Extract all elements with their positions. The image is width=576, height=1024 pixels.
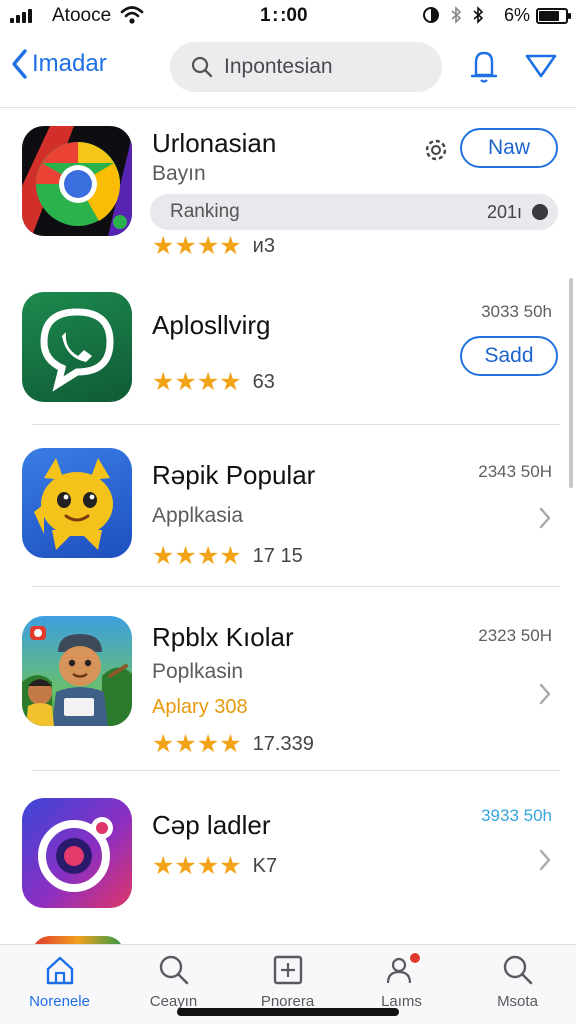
- rating-count: и3: [252, 235, 275, 257]
- star-rating: ★★★★ 17.339: [152, 732, 314, 757]
- tab-home[interactable]: Norenele: [2, 945, 117, 1024]
- divider: [32, 586, 560, 587]
- magnifier-icon: [503, 955, 532, 985]
- back-button[interactable]: Imadar: [10, 48, 107, 80]
- wifi-icon: [120, 6, 144, 24]
- chevron-right-icon[interactable]: [538, 848, 552, 872]
- app-name: Urlonasian: [152, 128, 277, 158]
- new-button[interactable]: Naw: [460, 128, 558, 168]
- app-name: Aplosllvirg: [152, 310, 271, 340]
- search-icon: [191, 56, 213, 78]
- carrier-name: Atooce: [52, 5, 112, 26]
- app-name: Cəp ladler: [152, 810, 271, 840]
- do-not-disturb-icon: [423, 7, 439, 23]
- star-rating: ★★★★ 17 15: [152, 544, 303, 569]
- tab-label: Norenele: [29, 993, 90, 1010]
- star-rating: ★★★★ и3: [152, 234, 275, 259]
- list-item[interactable]: Cəp ladler 3933 50h ★★★★ K7: [0, 780, 576, 930]
- app-subtitle: Bayın: [152, 162, 206, 185]
- app-size: 2323 50H: [478, 626, 552, 645]
- ranking-value: 201ı: [486, 202, 522, 222]
- bluetooth-icon: [473, 6, 484, 24]
- ranking-bar: Ranking 201ı: [150, 194, 558, 230]
- list-item[interactable]: Rəpik Popular Applkasia 2343 50H ★★★★ 17…: [0, 434, 576, 584]
- app-size: 2343 50H: [478, 462, 552, 481]
- bluetooth-icon: [451, 6, 462, 24]
- bell-icon[interactable]: [468, 48, 500, 84]
- chevron-left-icon: [12, 49, 27, 79]
- ranking-dot-icon: [532, 204, 548, 220]
- list-item[interactable]: Urlonasian Bayın Naw Ranking 201ı ★★★★ и…: [0, 108, 576, 264]
- divider: [32, 770, 560, 771]
- scrollbar[interactable]: [569, 278, 573, 488]
- add-button[interactable]: Sadd: [460, 336, 558, 376]
- battery-icon: [536, 8, 571, 24]
- star-rating: ★★★★ 63: [152, 370, 275, 395]
- divider: [32, 424, 560, 425]
- tab-more[interactable]: Msota: [460, 945, 575, 1024]
- search-icon: [159, 955, 188, 985]
- add-box-icon: [273, 955, 302, 985]
- search-placeholder: Inpontesian: [224, 55, 333, 78]
- filter-icon[interactable]: [524, 52, 558, 80]
- chrome-like-icon: [22, 126, 132, 236]
- phone-chat-icon: [22, 292, 132, 402]
- game-character-icon: [22, 616, 132, 726]
- app-subtitle: Poplkasin: [152, 660, 244, 683]
- camera-lens-icon: [22, 798, 132, 908]
- star-rating: ★★★★ K7: [152, 854, 277, 879]
- next-app-icon-peek: [32, 936, 124, 944]
- chevron-right-icon[interactable]: [538, 682, 552, 706]
- back-label: Imadar: [32, 50, 107, 77]
- stars-icon: ★★★★: [152, 730, 242, 758]
- home-icon: [46, 956, 73, 985]
- notification-badge: [408, 951, 422, 965]
- app-name: Rpblx Kıolar: [152, 622, 294, 652]
- app-size: 3033 50h: [481, 302, 552, 321]
- navigation-bar: Imadar Inpontesian: [0, 32, 576, 108]
- battery-percent: 6%: [503, 5, 530, 25]
- app-highlight: Aplary 308: [152, 696, 248, 718]
- status-time: 1 : :00: [260, 5, 308, 26]
- rating-count: 63: [252, 371, 275, 393]
- signal-icon: [10, 9, 32, 23]
- stars-icon: ★★★★: [152, 232, 242, 260]
- home-indicator: [177, 1008, 399, 1016]
- app-subtitle: Applkasia: [152, 504, 244, 527]
- search-field[interactable]: Inpontesian: [170, 42, 442, 92]
- cat-mascot-icon: [22, 448, 132, 558]
- rating-count: K7: [252, 855, 278, 877]
- stars-icon: ★★★★: [152, 542, 242, 570]
- rating-count: 17 15: [252, 545, 303, 567]
- app-list: Urlonasian Bayın Naw Ranking 201ı ★★★★ и…: [0, 108, 576, 944]
- list-item[interactable]: Rpblx Kıolar Poplkasin Aplary 308 2323 5…: [0, 596, 576, 766]
- status-bar: Atooce 1 : :00 6%: [0, 0, 576, 32]
- list-item[interactable]: Aplosllvirg 3033 50h Sadd ★★★★ 63: [0, 284, 576, 424]
- tab-label: Msota: [497, 993, 538, 1010]
- app-size: 3933 50h: [481, 806, 552, 825]
- stars-icon: ★★★★: [152, 852, 242, 880]
- app-name: Rəpik Popular: [152, 460, 316, 490]
- chevron-right-icon[interactable]: [538, 506, 552, 530]
- ranking-label: Ranking: [170, 201, 240, 222]
- gear-icon[interactable]: [421, 135, 451, 165]
- rating-count: 17.339: [252, 733, 314, 755]
- stars-icon: ★★★★: [152, 368, 242, 396]
